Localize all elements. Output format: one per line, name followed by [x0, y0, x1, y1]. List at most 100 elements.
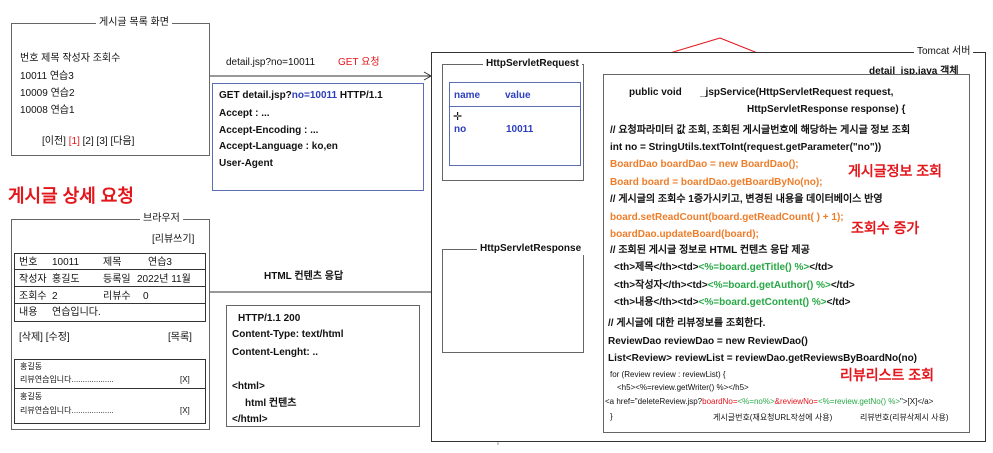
http-servlet-request-title: HttpServletRequest	[483, 58, 582, 70]
code-l5: Board board = boardDao.getBoardByNo(no);	[610, 177, 823, 188]
code-l4: BoardDao boardDao = new BoardDao();	[610, 159, 799, 170]
detail-reviews-label: 리뷰수	[103, 291, 131, 302]
response-html-content: html 컨텐츠	[245, 398, 297, 409]
annotation-review-lookup: 리뷰리스트 조회	[840, 367, 935, 383]
write-review-link[interactable]: [리뷰쓰기]	[152, 234, 194, 246]
http-request-version: HTTP/1.1	[337, 90, 383, 101]
code-l3: int no = StringUtils.textToInt(request.g…	[610, 142, 882, 153]
browser-title: 브라우저	[140, 213, 183, 225]
detail-request-label: 게시글 상세 요청	[8, 186, 134, 206]
detail-content-label: 내용	[19, 307, 38, 318]
accept-language-header: Accept-Language : ko,en	[219, 141, 338, 152]
code-l10: for (Review review : reviewList) {	[610, 370, 726, 379]
param-value-no: 10011	[506, 124, 534, 135]
pager-rest-links[interactable]: [2] [3] [다음]	[83, 136, 135, 147]
response-status: HTTP/1.1 200	[238, 313, 301, 324]
code-l12a: <a href="deleteReview.jsp?	[605, 397, 703, 406]
param-col-value: value	[505, 90, 531, 101]
detail-no-label: 번호	[19, 257, 38, 268]
list-screen-title: 게시글 목록 화면	[96, 17, 172, 29]
detail-date-label: 등록일	[103, 274, 131, 285]
http-request-param: no=10011	[291, 90, 338, 101]
accept-encoding-header: Accept-Encoding : ...	[219, 125, 319, 136]
detail-no-value: 10011	[52, 257, 80, 268]
code-l9a: List<Review>	[608, 353, 672, 364]
code-th-author: <th>작성자</th><td><%=board.getAuthor() %><…	[614, 280, 855, 292]
code-th-content-c: </td>	[826, 297, 851, 308]
list-row-2[interactable]: 10009 연습2	[20, 88, 75, 100]
review-1-author: 홍길동	[20, 362, 43, 371]
code-th-content-b: <%=board.getContent() %>	[698, 297, 827, 308]
code-l7: boardDao.updateBoard(board);	[610, 229, 759, 240]
detail-table-hline-1	[15, 269, 205, 270]
review-2-text: 리뷰연습입니다...................	[20, 406, 114, 415]
code-th-title-c: </td>	[809, 262, 834, 273]
detail-views-value: 2	[52, 291, 58, 302]
code-l12: <a href="deleteReview.jsp?boardNo=<%=no%…	[605, 397, 933, 407]
request-url: detail.jsp?no=10011	[226, 57, 316, 68]
review-2-author: 홍길동	[20, 392, 43, 401]
detail-writer-value: 홍길도	[52, 274, 80, 285]
code-l1a: public void	[629, 87, 682, 98]
response-html-open: <html>	[232, 381, 265, 392]
code-th-title-b: <%=board.getTitle() %>	[698, 262, 810, 273]
pager-page-1-link[interactable]: [1]	[69, 136, 80, 147]
code-comment-2: // 게시글의 조회수 1증가시키고, 변경된 내용을 데이터베이스 반영	[610, 194, 883, 205]
code-th-title: <th>제목</th><td><%=board.getTitle() %></t…	[614, 262, 833, 274]
response-content-length: Content-Lenght: ..	[232, 347, 319, 358]
param-name-no: no	[454, 124, 467, 135]
list-row-1[interactable]: 10011 연습3	[20, 71, 74, 83]
code-comment-1: // 요청파라미터 값 조회, 조회된 게시글번호에 해당하는 게시글 정보 조…	[610, 125, 911, 136]
detail-date-value: 2022년 11월	[137, 274, 191, 285]
list-row-3[interactable]: 10008 연습1	[20, 105, 75, 117]
annotation-view-increase: 조회수 증가	[851, 220, 920, 236]
get-request-label: GET 요청	[338, 57, 380, 68]
code-th-author-b: <%=board.getAuthor() %>	[707, 280, 831, 291]
code-th-title-a: <th>제목</th><td>	[614, 262, 699, 273]
detail-table-hline-3	[15, 303, 205, 304]
user-agent-header: User-Agent	[219, 158, 273, 169]
delete-edit-links[interactable]: [삭제] [수정]	[19, 332, 70, 344]
code-l13: }	[610, 412, 613, 421]
code-l12d: &reviewNo=	[774, 397, 818, 406]
detail-content-value: 연습입니다.	[52, 307, 101, 318]
code-l12f: ">[X]</a>	[900, 397, 934, 406]
crosshair-icon: ✛	[453, 111, 463, 123]
list-header: 번호 제목 작성자 조회수	[20, 53, 121, 64]
html-response-label: HTML 컨텐츠 응답	[264, 271, 344, 282]
review-1-delete[interactable]: [X]	[180, 375, 190, 385]
code-l6: board.setReadCount(board.getReadCount( )…	[610, 212, 844, 223]
detail-views-label: 조회수	[19, 291, 47, 302]
code-th-content: <th>내용</th><td><%=board.getContent() %><…	[614, 297, 851, 309]
review-1-text: 리뷰연습입니다...................	[20, 375, 114, 384]
accept-header: Accept : ...	[219, 108, 270, 119]
review-divider	[15, 388, 205, 389]
detail-title-value: 연습3	[148, 257, 172, 268]
annotation-board-lookup: 게시글정보 조회	[848, 163, 943, 179]
code-l12b: boardNo=	[702, 397, 738, 406]
http-request-line: GET detail.jsp?no=10011 HTTP/1.1	[219, 90, 383, 102]
review-2-delete[interactable]: [X]	[180, 406, 190, 416]
pager-prev-link[interactable]: [이전]	[42, 136, 66, 147]
response-content-type: Content-Type: text/html	[232, 329, 344, 340]
detail-writer-label: 작성자	[19, 274, 47, 285]
code-l11: <h5><%=review.getWriter() %></h5>	[617, 383, 749, 392]
http-servlet-response-title: HttpServletResponse	[477, 243, 585, 255]
list-link[interactable]: [목록]	[168, 332, 192, 344]
detail-title-label: 제목	[103, 257, 122, 268]
code-l12c: <%=no%>	[737, 397, 775, 406]
code-th-content-a: <th>내용</th><td>	[614, 297, 699, 308]
code-l12e: <%=review.getNo() %>	[817, 397, 901, 406]
detail-table-hline-2	[15, 286, 205, 287]
tomcat-title: Tomcat 서버	[914, 46, 974, 58]
detail-reviews-value: 0	[143, 291, 149, 302]
code-comment-3: // 조회된 게시글 정보로 HTML 컨텐츠 응답 제공	[610, 245, 810, 256]
code-th-author-a: <th>작성자</th><td>	[614, 280, 708, 291]
code-l8: ReviewDao reviewDao = new ReviewDao()	[608, 336, 808, 347]
response-html-close: </html>	[232, 414, 268, 425]
code-th-author-c: </td>	[830, 280, 855, 291]
pager: [이전] [1] [2] [3] [다음]	[42, 136, 134, 148]
code-comment-4: // 게시글에 대한 리뷰정보를 조회한다.	[608, 318, 766, 329]
param-table-header-line	[450, 106, 580, 107]
code-l9b: reviewList = reviewDao.getReviewsByBoard…	[675, 353, 918, 364]
